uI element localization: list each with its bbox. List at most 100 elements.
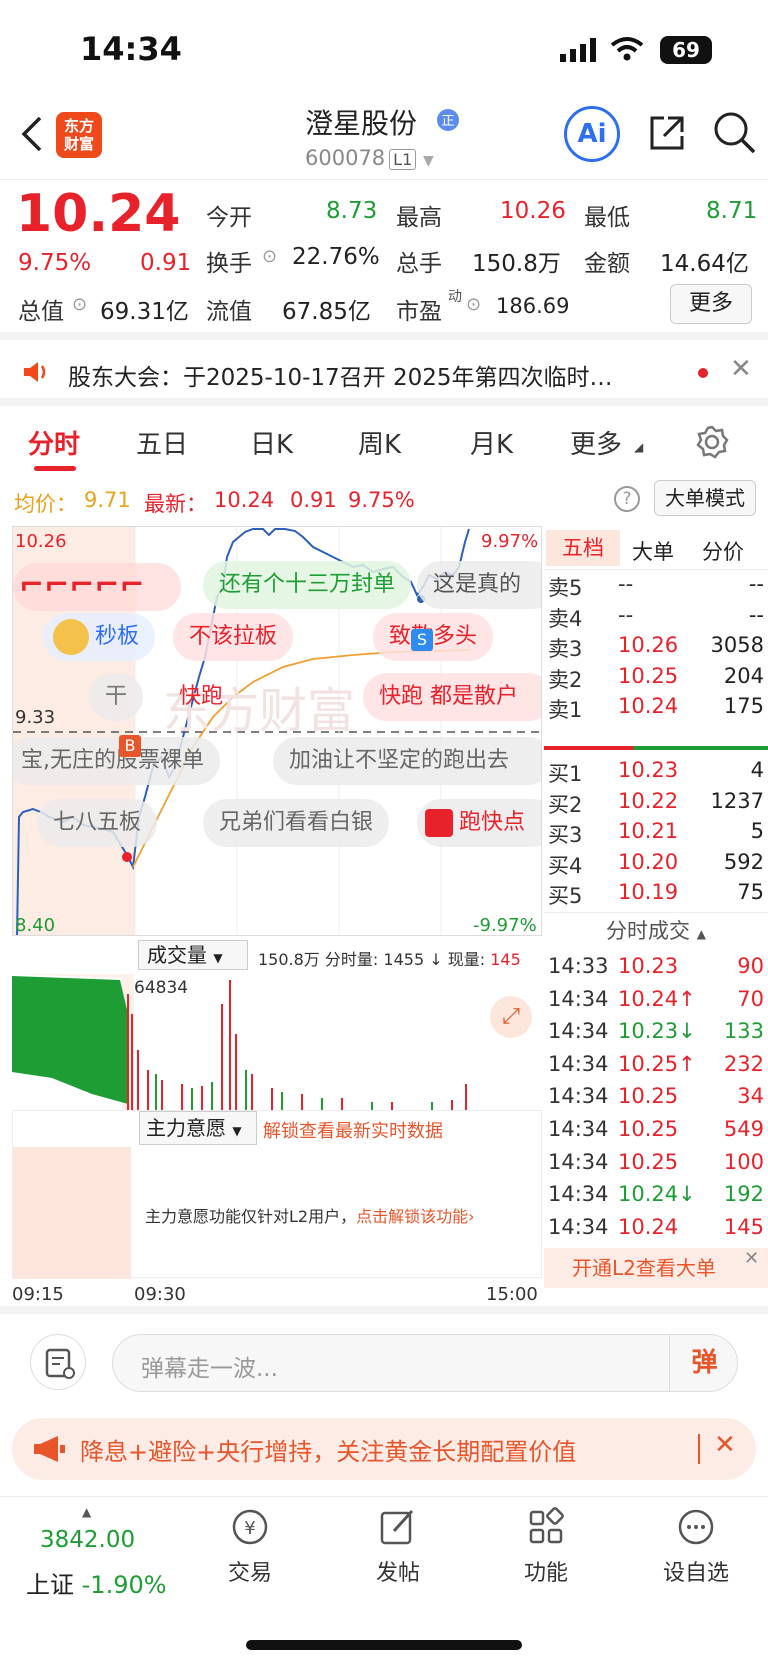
high-value: 10.26 [500,198,566,224]
danmu-bubble[interactable]: 致敬多头 [373,613,494,661]
nav-functions[interactable]: 功能 [496,1507,596,1587]
bid-price: 10.22 [618,788,679,813]
danmu-limit-up-badge: ⌐⌐⌐⌐⌐ [13,563,181,611]
tick-time: 14:34 [548,986,609,1011]
close-icon[interactable]: ✕ [714,1430,736,1460]
unlock-feature-link[interactable]: 点击解锁该功能 [356,1207,468,1226]
back-icon[interactable] [20,114,44,154]
close-icon[interactable]: ✕ [730,354,752,384]
danmu-bubble[interactable]: 快跑 都是散户 [363,673,541,721]
nav-add-watchlist[interactable]: 设自选 [646,1507,746,1587]
tick-time: 14:34 [548,1019,609,1044]
index-value[interactable]: 3842.00 [40,1527,135,1553]
tab-five-levels[interactable]: 五档 [546,530,620,566]
tick-price: 10.24 [618,1214,679,1239]
tick-volume: 90 [737,954,764,978]
tab-intraday[interactable]: 分时 [28,424,80,461]
info-icon[interactable]: ⊙ [72,294,87,315]
tick-row: 14:34 10.23↓ 133 [544,1019,768,1051]
search-icon[interactable] [712,110,756,154]
danmu-bubble[interactable]: 干 [89,673,144,721]
danmu-bubble[interactable]: 不该拉板 [173,613,294,661]
expand-icon[interactable]: ⤢ [490,996,532,1038]
quote-panel: 10.24 9.75% 0.91 总值 ⊙ 69.31亿 今开 8.73 最高 … [0,180,768,340]
chart-info-line: 均价： 9.71 最新： 10.24 0.91 9.75% ? 大单模式 [0,476,768,520]
nav-post[interactable]: 发帖 [348,1507,448,1587]
tab-weekly-k[interactable]: 周K [358,424,401,461]
tick-volume: 133 [723,1019,764,1044]
ask-volume: -- [748,572,764,596]
low-value: 8.71 [706,198,758,224]
tab-price-dist[interactable]: 分价 [702,536,744,566]
tab-daily-k[interactable]: 日K [250,424,293,461]
bid-row: 买2 10.22 1237 [544,789,768,821]
info-icon[interactable]: ⊙ [466,294,481,315]
bid-volume: 4 [750,758,764,782]
index-change[interactable]: 上证 -1.90% [26,1565,167,1600]
tab-big-orders[interactable]: 大单 [632,536,674,566]
intraday-chart[interactable]: 东方财富 10.26 9.33 8.40 9.97% -9.97% ⌐⌐⌐⌐⌐ … [12,526,542,936]
tab-more[interactable]: 更多 [570,424,622,461]
promo-banner[interactable]: 降息+避险+央行增持，关注黄金长期配置价值 ✕ [12,1418,756,1480]
stock-code[interactable]: 600078 L1 ▼ [305,146,434,170]
danmu-settings-icon[interactable] [30,1334,86,1390]
danmu-bubble[interactable]: 快跑 [163,673,239,721]
home-indicator [246,1640,522,1650]
ask-row: 卖2 10.25 204 [544,664,768,696]
tick-time: 14:34 [548,1084,609,1109]
ask-price: 10.25 [618,663,679,688]
danmu-bubble[interactable]: 还有个十三万封单 [203,561,412,609]
tick-volume: 70 [737,986,764,1011]
ask-label: 卖4 [548,606,583,631]
announcement-bar[interactable]: 股东大会：于2025-10-17召开 2025年第四次临时… ✕ [0,340,768,406]
turnover-label: 换手 [206,251,252,277]
high-label: 最高 [396,205,442,231]
tick-trades-header[interactable]: 分时成交 ▲ [544,912,768,948]
gift-icon [425,809,453,837]
bid-label: 买2 [548,792,583,817]
battery-indicator: 69 [660,36,712,64]
settings-icon[interactable] [694,424,730,460]
volume-dropdown[interactable]: 成交量 ▼ [138,940,248,970]
danmu-send-button[interactable]: 弹 [669,1335,739,1391]
nav-trade[interactable]: ¥ 交易 [200,1507,300,1587]
help-icon[interactable]: ? [614,486,640,512]
bid-volume: 75 [737,880,764,904]
buy-marker-icon[interactable]: B [119,735,141,757]
axis-top-price: 10.26 [15,531,67,552]
avg-label: 均价： [14,492,77,516]
sell-marker-icon[interactable]: S [411,629,433,651]
big-order-mode-button[interactable]: 大单模式 [654,480,756,516]
unlock-link[interactable]: 解锁查看最新实时数据 [263,1117,443,1143]
tick-row: 14:34 10.25 549 [544,1117,768,1149]
danmu-bubble[interactable]: 兄弟们看看白银 [203,799,390,847]
stock-header: 东方 财富 澄星股份 正 600078 L1 ▼ Ai [0,100,768,180]
danmu-bubble[interactable]: 宝,无庄的股票裸单 [13,737,220,785]
info-icon[interactable]: ⊙ [262,246,277,267]
danmu-input[interactable]: 弹幕走一波... 弹 [112,1334,738,1392]
tab-monthly-k[interactable]: 月K [470,424,513,461]
last-value: 10.24 [214,488,275,512]
tick-time: 14:34 [548,1182,609,1207]
ai-button[interactable]: Ai [564,106,620,162]
tick-time: 14:34 [548,1117,609,1141]
danmu-bubble[interactable]: 这是真的 [417,561,541,609]
x-axis-close: 15:00 [486,1284,538,1305]
open-value: 8.73 [326,198,378,224]
share-icon[interactable] [646,112,688,154]
tick-time: 14:34 [548,1149,609,1174]
danmu-bubble[interactable]: 七八五板 [37,799,158,847]
axis-mid-price: 9.33 [15,707,56,728]
main-force-dropdown[interactable]: 主力意愿 ▼ [139,1111,257,1145]
close-icon[interactable]: ✕ [744,1248,759,1269]
more-button[interactable]: 更多 [670,284,752,324]
last-label: 最新： [144,492,207,516]
bid-volume: 592 [723,849,764,874]
bid-volume: 5 [750,819,764,843]
tab-five-day[interactable]: 五日 [136,424,188,461]
ask-row: 卖3 10.26 3058 [544,633,768,665]
danmu-bubble[interactable]: 加油让不坚定的跑出去 [273,737,541,785]
open-l2-banner[interactable]: 开通L2查看大单 [544,1248,768,1288]
bid-ask-ratio-bar [544,746,768,750]
tick-time: 14:34 [548,1051,609,1076]
